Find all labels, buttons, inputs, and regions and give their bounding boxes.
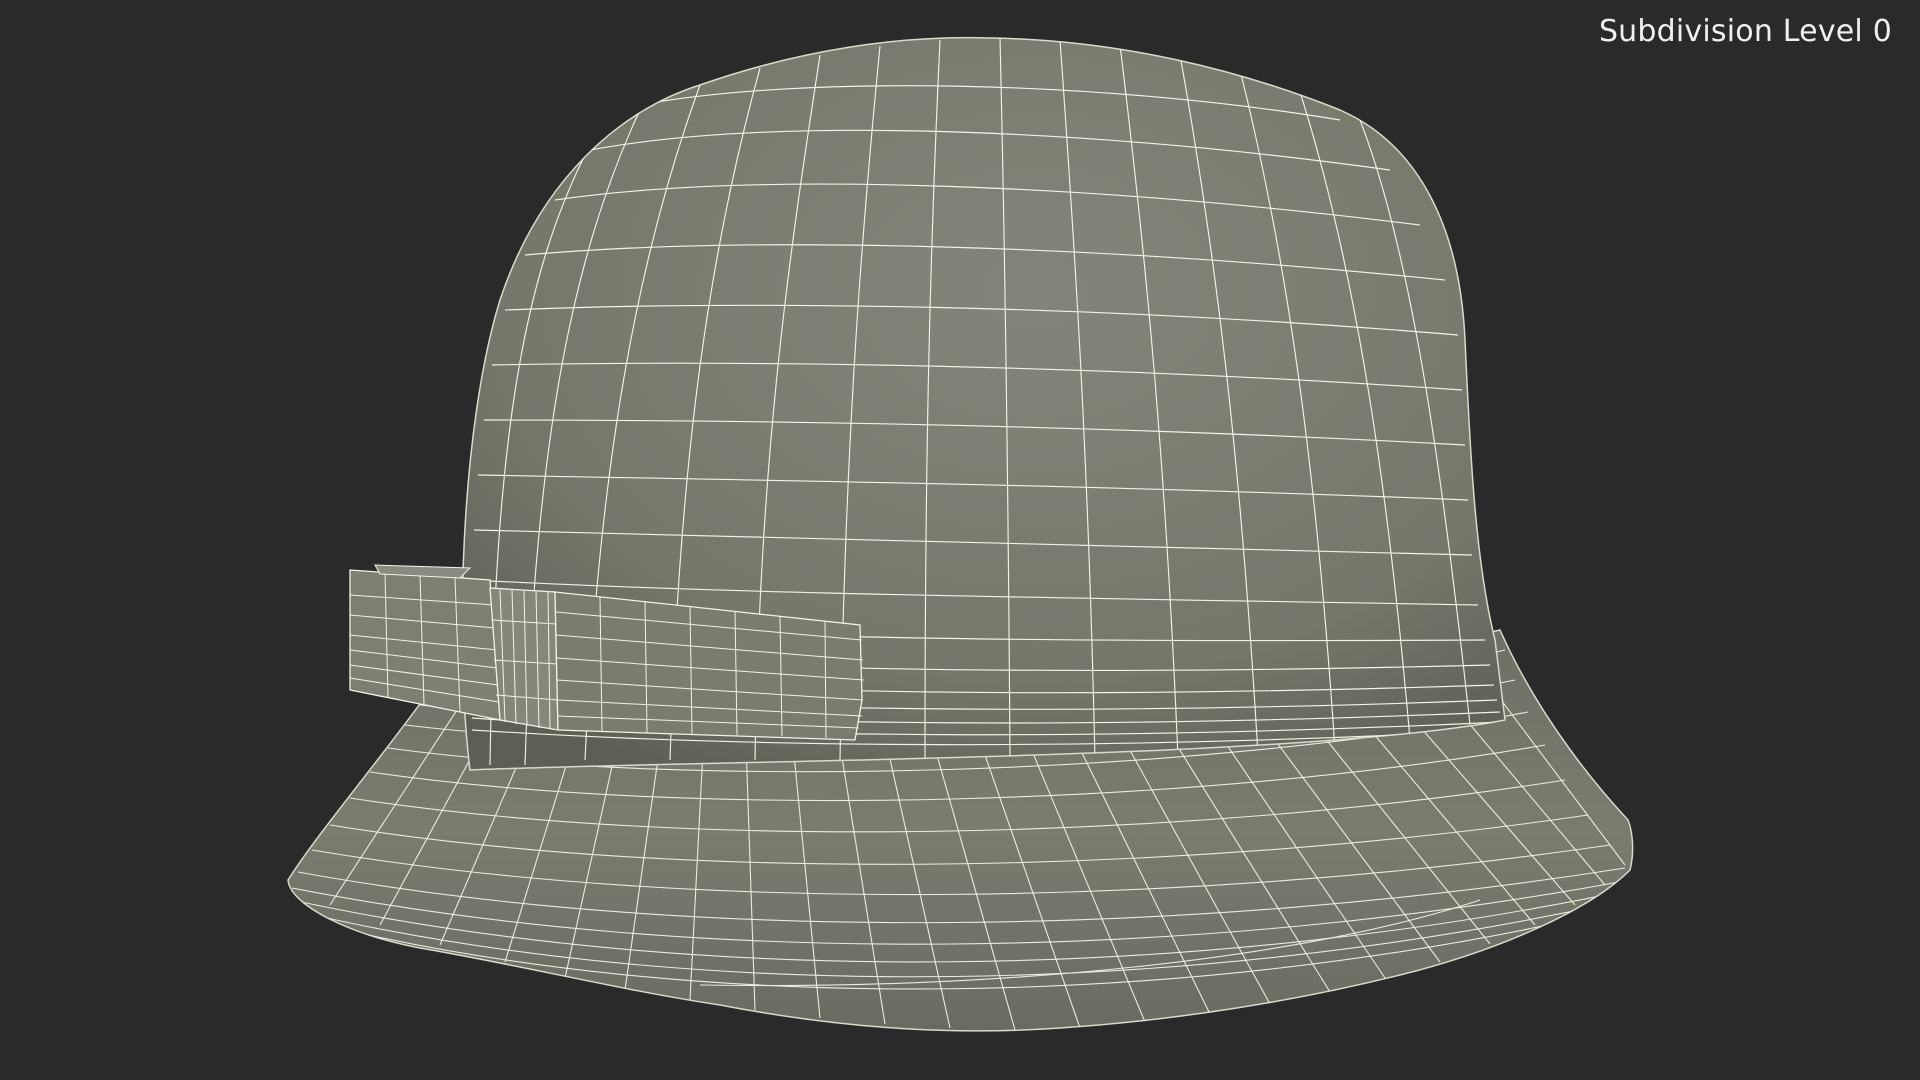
viewport[interactable]: Subdivision Level 0	[0, 0, 1920, 1080]
subdivision-level-label: Subdivision Level 0	[1598, 14, 1892, 49]
hat-wireframe-render	[287, 36, 1634, 1032]
